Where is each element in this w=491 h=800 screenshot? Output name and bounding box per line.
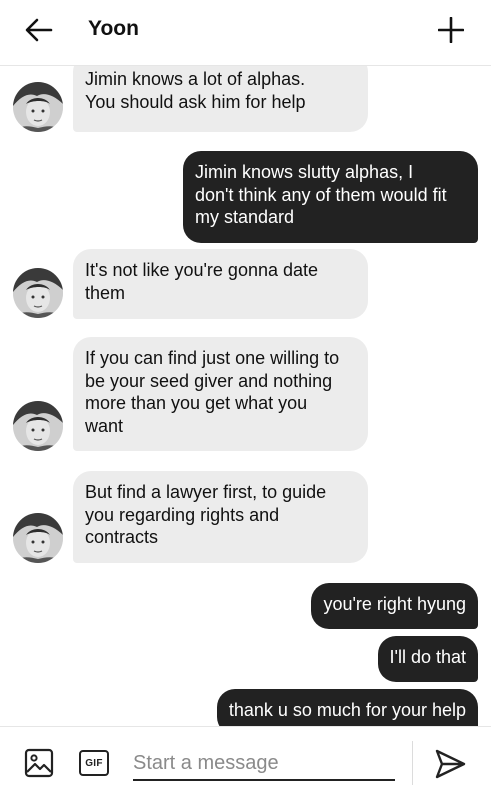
gif-icon: GIF <box>85 757 103 769</box>
chat-header: Yoon <box>0 0 491 66</box>
arrow-left-icon <box>25 18 53 42</box>
conversation-title: Yoon <box>88 17 139 40</box>
message-bubble-outgoing[interactable]: Jimin knows slutty alphas, I don't think… <box>183 151 478 243</box>
back-button[interactable] <box>22 14 56 46</box>
avatar-photo <box>13 82 63 132</box>
image-icon <box>24 748 54 778</box>
avatar[interactable] <box>13 513 63 563</box>
avatar[interactable] <box>13 268 63 318</box>
message-list[interactable]: Jimin knows a lot of alphas. You should … <box>0 66 491 726</box>
message-bubble-outgoing[interactable]: I'll do that <box>377 636 478 682</box>
message-input[interactable] <box>133 747 395 781</box>
send-icon <box>435 749 466 779</box>
avatar-photo <box>13 513 63 563</box>
message-bubble-incoming[interactable]: It's not like you're gonna date them <box>73 249 368 319</box>
add-image-button[interactable] <box>24 748 54 778</box>
message-bubble-incoming[interactable]: If you can find just one willing to be y… <box>73 337 368 451</box>
new-button[interactable] <box>433 12 469 48</box>
plus-icon <box>438 17 464 43</box>
composer-divider <box>412 741 413 785</box>
avatar-photo <box>13 268 63 318</box>
avatar[interactable] <box>13 82 63 132</box>
message-bubble-incoming[interactable]: Jimin knows a lot of alphas. You should … <box>73 66 368 132</box>
message-bubble-outgoing[interactable]: thank u so much for your help <box>216 689 478 726</box>
gif-button[interactable]: GIF <box>79 750 109 776</box>
message-bubble-outgoing[interactable]: you're right hyung <box>311 583 478 629</box>
send-button[interactable] <box>433 747 467 781</box>
avatar-photo <box>13 401 63 451</box>
message-composer: GIF <box>0 726 491 800</box>
avatar[interactable] <box>13 401 63 451</box>
message-bubble-incoming[interactable]: But find a lawyer first, to guide you re… <box>73 471 368 563</box>
